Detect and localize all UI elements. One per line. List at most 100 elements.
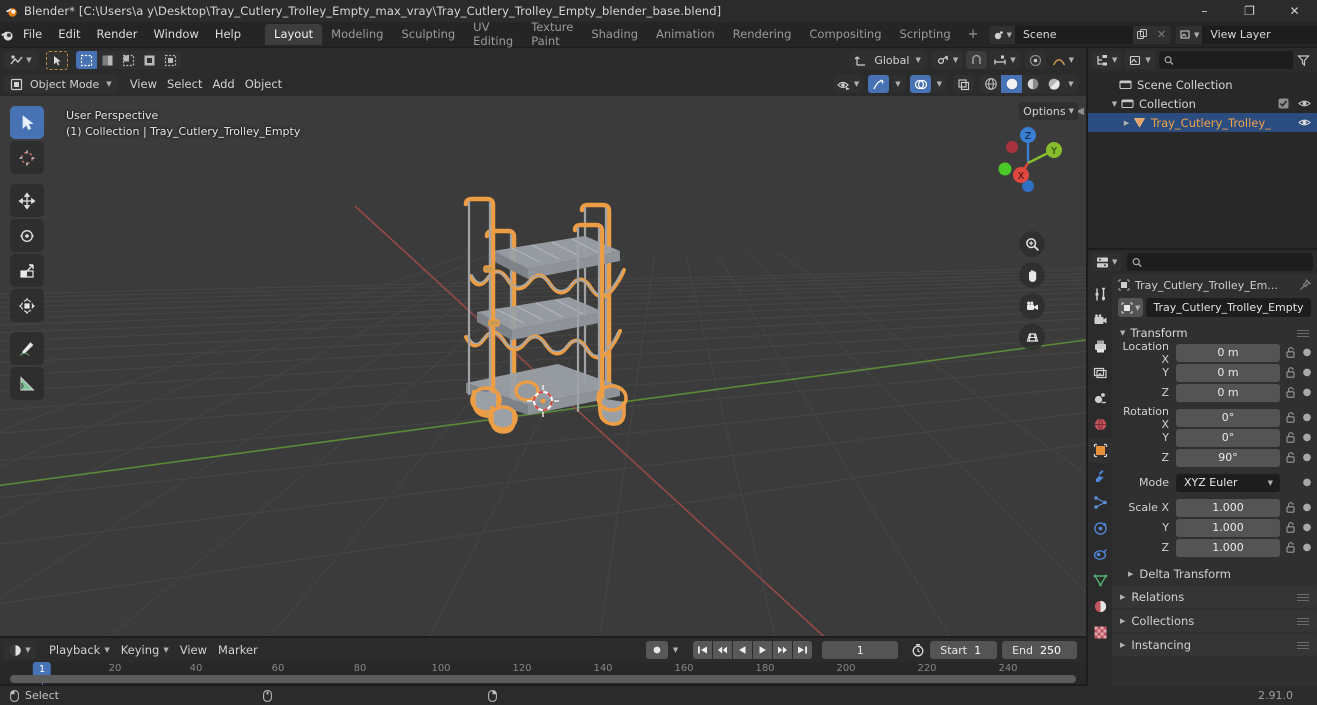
workspace-tab-shading[interactable]: Shading: [582, 24, 647, 45]
scale-y-field[interactable]: 1.000: [1176, 518, 1280, 537]
physics-properties-tab[interactable]: [1088, 516, 1112, 541]
outliner-display-mode-selector[interactable]: ▼: [1125, 51, 1155, 69]
output-properties-tab[interactable]: [1088, 334, 1112, 359]
workspace-tab-animation[interactable]: Animation: [647, 24, 724, 45]
outliner-row-tray-cutlery-trolley[interactable]: ▶ Tray_Cutlery_Trolley_: [1088, 113, 1317, 132]
outliner-filter-icon[interactable]: [1297, 54, 1313, 67]
toggle-perspective-icon[interactable]: [1019, 324, 1045, 350]
relations-panel[interactable]: ▶ Relations: [1112, 586, 1317, 608]
play-button[interactable]: [753, 641, 773, 659]
solid-shading-icon[interactable]: [1001, 75, 1022, 93]
expand-arrow[interactable]: ▶: [1120, 119, 1133, 127]
visibility-selector[interactable]: ▼: [832, 75, 864, 93]
scene-name[interactable]: Scene: [1014, 25, 1133, 44]
auto-keying-settings-selector[interactable]: ▼: [669, 641, 682, 659]
show-overlays-toggle[interactable]: [909, 75, 931, 93]
select-mode-buttons[interactable]: [76, 51, 181, 69]
outliner-search-input[interactable]: [1177, 53, 1288, 67]
rotation-x-field[interactable]: 0°: [1176, 408, 1280, 427]
jump-to-start-button[interactable]: [693, 641, 713, 659]
delete-scene-button[interactable]: ✕: [1151, 25, 1171, 44]
animate-property-dot[interactable]: ●: [1301, 542, 1313, 553]
properties-editor-type-selector[interactable]: ▼: [1092, 253, 1122, 271]
play-reverse-button[interactable]: [733, 641, 753, 659]
location-x-field[interactable]: 0 m: [1176, 343, 1280, 362]
world-properties-tab[interactable]: [1088, 412, 1112, 437]
scale-z-field[interactable]: 1.000: [1176, 538, 1280, 557]
pivot-point-selector[interactable]: ▼: [931, 51, 963, 69]
object-properties-tab[interactable]: [1088, 438, 1112, 463]
lock-icon[interactable]: [1283, 387, 1298, 398]
view-layer-properties-tab[interactable]: [1088, 360, 1112, 385]
timeline-horizontal-scrollbar[interactable]: [10, 675, 1076, 683]
render-properties-tab[interactable]: [1088, 308, 1112, 333]
animate-property-dot[interactable]: ●: [1301, 347, 1313, 358]
workspace-tab-sculpting[interactable]: Sculpting: [392, 24, 464, 45]
zoom-icon[interactable]: [1019, 231, 1045, 257]
annotate-tool[interactable]: [10, 332, 44, 365]
use-preview-range-icon[interactable]: [907, 643, 929, 657]
view-layer-selector[interactable]: ▼ View Layer ✕: [1175, 25, 1317, 44]
menu-help[interactable]: Help: [207, 22, 249, 47]
menu-render[interactable]: Render: [89, 22, 146, 47]
scale-tool[interactable]: [10, 254, 44, 287]
proportional-editing-toggle[interactable]: [1024, 51, 1046, 69]
viewport-menu-object[interactable]: Object: [240, 75, 287, 93]
location-z-field[interactable]: 0 m: [1176, 383, 1280, 402]
lock-icon[interactable]: [1283, 432, 1298, 443]
animate-property-dot[interactable]: ●: [1301, 502, 1313, 513]
data-properties-tab[interactable]: [1088, 568, 1112, 593]
new-scene-button[interactable]: [1132, 25, 1152, 44]
modifier-properties-tab[interactable]: [1088, 464, 1112, 489]
location-y-field[interactable]: 0 m: [1176, 363, 1280, 382]
lock-icon[interactable]: [1283, 412, 1298, 423]
eye-icon[interactable]: [1298, 98, 1311, 109]
animate-property-dot[interactable]: ●: [1301, 522, 1313, 533]
outliner-row-scene-collection[interactable]: Scene Collection: [1088, 75, 1317, 94]
select-intersect-icon[interactable]: [160, 51, 181, 69]
show-gizmo-toggle[interactable]: [868, 75, 890, 93]
object-browse-selector[interactable]: ▼: [1118, 298, 1144, 317]
timeline-ruler[interactable]: 20 40 60 80 100 120 140 160 180 200 220 …: [0, 662, 1086, 685]
instancing-panel[interactable]: ▶ Instancing: [1112, 634, 1317, 656]
workspace-tab-layout[interactable]: Layout: [265, 24, 323, 45]
timeline-menu-marker[interactable]: Marker: [213, 641, 263, 659]
workspace-tab-compositing[interactable]: Compositing: [800, 24, 890, 45]
timeline-menu-keying[interactable]: Keying ▼: [116, 641, 174, 659]
animate-property-dot[interactable]: ●: [1301, 412, 1313, 423]
tool-properties-tab[interactable]: [1088, 282, 1112, 307]
outliner-editor-type-selector[interactable]: ▼: [1092, 51, 1122, 69]
menu-edit[interactable]: Edit: [50, 22, 88, 47]
view-layer-name[interactable]: View Layer: [1202, 25, 1317, 44]
texture-properties-tab[interactable]: [1088, 620, 1112, 645]
rotate-tool[interactable]: [10, 219, 44, 252]
timeline-menu-playback[interactable]: Playback ▼: [44, 641, 115, 659]
eye-icon[interactable]: [1298, 117, 1311, 128]
timeline-editor[interactable]: ▼ Playback ▼ Keying ▼ View Marker ▼ 1 St…: [0, 638, 1086, 685]
outliner-tree[interactable]: Scene Collection ▼ Collection ▶ Tray_Cut…: [1088, 72, 1317, 248]
auto-keying-toggle[interactable]: [645, 641, 668, 659]
outliner-search-box[interactable]: [1158, 51, 1293, 69]
viewport-options-button[interactable]: Options ▼: [1019, 102, 1078, 120]
editor-type-selector[interactable]: ▼: [4, 51, 38, 69]
workspace-tab-uv-editing[interactable]: UV Editing: [464, 17, 522, 52]
select-invert-icon[interactable]: [139, 51, 160, 69]
viewport-menu-view[interactable]: View: [125, 75, 162, 93]
checkbox-icon[interactable]: [1278, 98, 1289, 109]
rotation-mode-dropdown[interactable]: XYZ Euler ▼: [1176, 473, 1280, 492]
outliner-editor[interactable]: ▼ ▼ Scene Collection ▼ Collection ▶ Tray…: [1088, 48, 1317, 248]
scale-x-field[interactable]: 1.000: [1176, 498, 1280, 517]
camera-view-icon[interactable]: [1019, 293, 1045, 319]
overlays-settings-selector[interactable]: ▼: [932, 75, 946, 93]
rotation-z-field[interactable]: 90°: [1176, 448, 1280, 467]
view-axis-gizmo[interactable]: Z Y X: [988, 123, 1068, 203]
3d-viewport[interactable]: ▼ Global ▼ ▼ ▼ ▼ Object Mode ▼ View Sele…: [0, 48, 1086, 636]
animate-property-dot[interactable]: ●: [1301, 367, 1313, 378]
lock-icon[interactable]: [1283, 542, 1298, 553]
minimize-button[interactable]: –: [1182, 0, 1227, 22]
gizmo-settings-selector[interactable]: ▼: [891, 75, 905, 93]
rotation-y-field[interactable]: 0°: [1176, 428, 1280, 447]
particle-properties-tab[interactable]: [1088, 490, 1112, 515]
measure-tool[interactable]: [10, 367, 44, 400]
cursor-tool[interactable]: [10, 141, 44, 174]
